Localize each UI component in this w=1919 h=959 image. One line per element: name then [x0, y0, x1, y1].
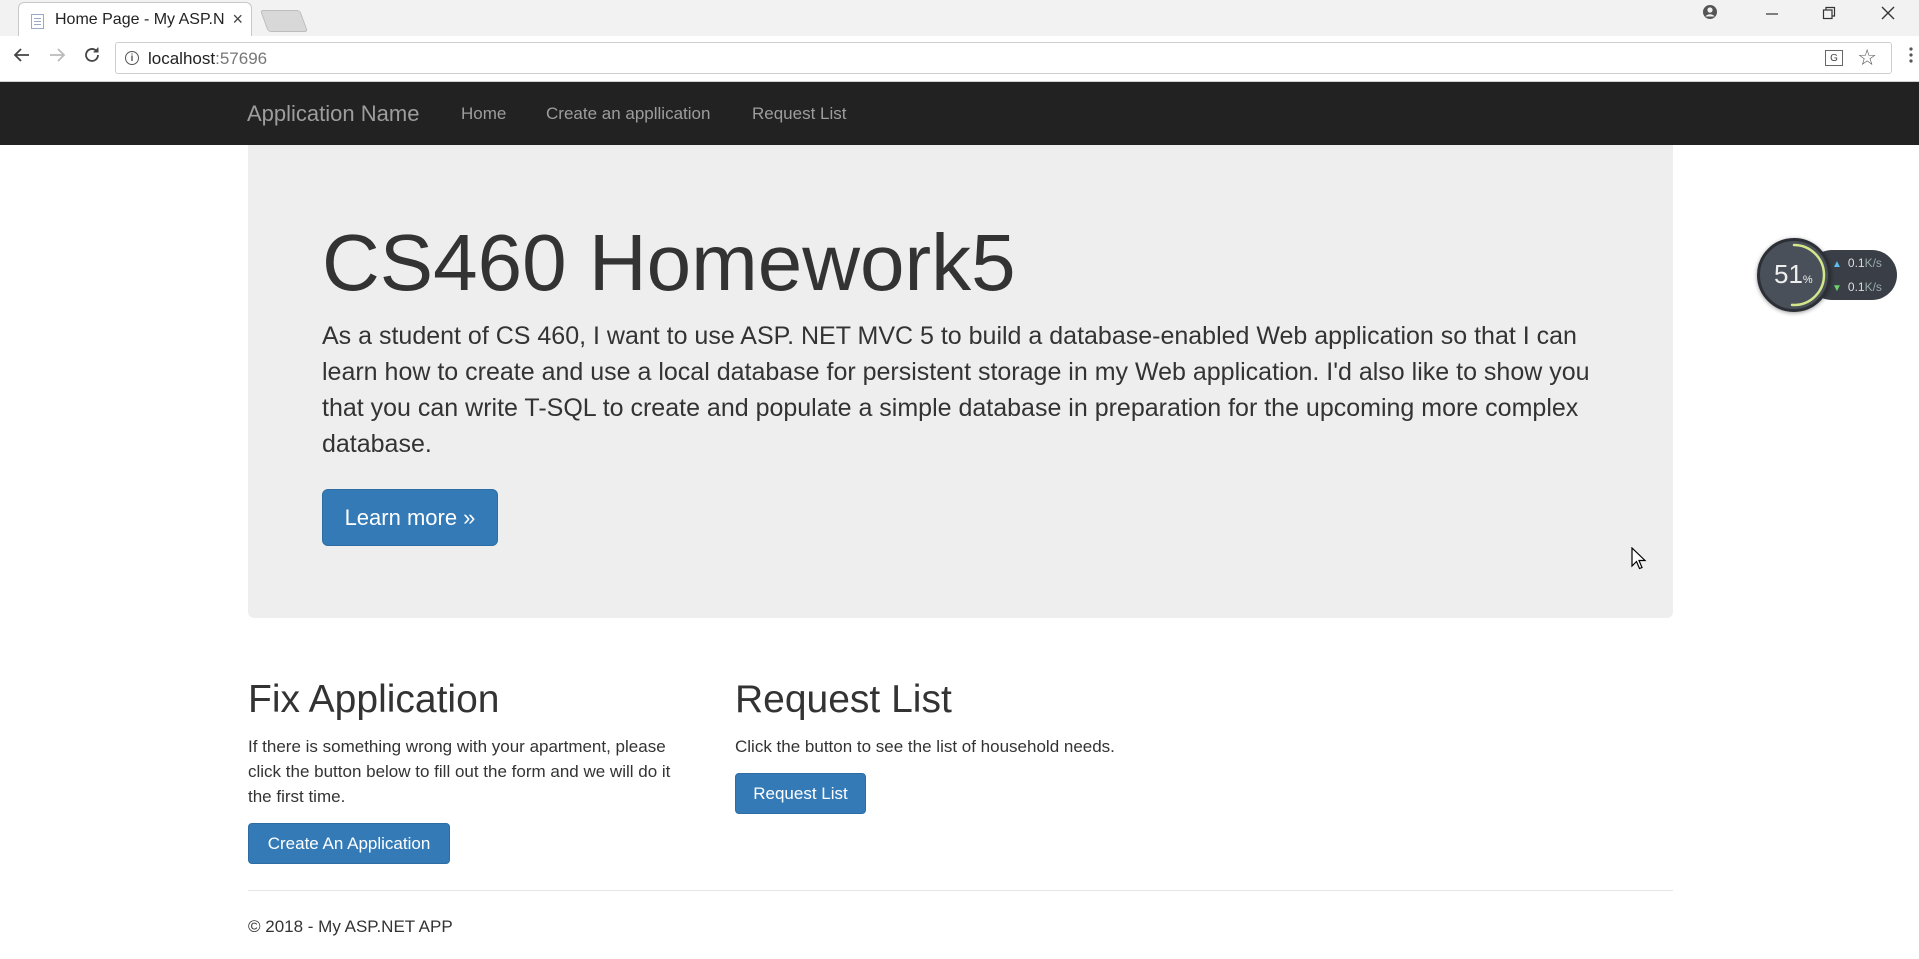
network-speed-widget[interactable]: 51% ▲ 0.1K/s ▼ 0.1K/s — [1757, 238, 1897, 312]
nav-link-request-list[interactable]: Request List — [752, 104, 847, 124]
request-list-button[interactable]: Request List — [735, 773, 866, 814]
page-favicon-icon — [31, 14, 44, 29]
profile-icon[interactable] — [1698, 4, 1722, 25]
request-list-text: Click the button to see the list of hous… — [735, 737, 1115, 756]
new-tab-button[interactable] — [259, 10, 309, 32]
navbar-brand-link[interactable]: Application Name — [247, 101, 419, 127]
site-info-icon[interactable]: i — [125, 51, 139, 65]
footer-divider — [248, 890, 1673, 891]
browser-tab-active[interactable]: Home Page - My ASP.N × — [18, 2, 252, 36]
widget-usage-gauge: 51% — [1757, 238, 1831, 312]
create-application-button[interactable]: Create An Application — [248, 823, 450, 864]
jumbotron-title: CS460 Homework5 — [322, 218, 1016, 307]
browser-chrome: Home Page - My ASP.N × i localhost:57696 — [0, 0, 1919, 82]
forward-arrow-icon[interactable] — [45, 46, 69, 70]
tab-title: Home Page - My ASP.N — [55, 11, 225, 28]
footer-copyright: © 2018 - My ASP.NET APP — [248, 917, 453, 936]
site-navbar: Application Name Home Create an appllica… — [0, 82, 1919, 145]
fix-application-heading: Fix Application — [248, 678, 500, 721]
mouse-cursor-icon — [1631, 547, 1647, 570]
close-window-icon[interactable] — [1876, 4, 1900, 25]
download-rate: ▼ 0.1K/s — [1832, 280, 1882, 294]
jumbotron: CS460 Homework5 As a student of CS 460, … — [248, 145, 1673, 618]
bookmark-star-icon[interactable]: ☆ — [1857, 45, 1877, 71]
upload-rate: ▲ 0.1K/s — [1832, 256, 1882, 270]
fix-application-text: If there is something wrong with your ap… — [248, 737, 671, 806]
minimize-icon[interactable] — [1760, 4, 1784, 25]
back-arrow-icon[interactable] — [10, 46, 34, 70]
jumbotron-text: As a student of CS 460, I want to use AS… — [322, 322, 1590, 458]
download-arrow-icon: ▼ — [1832, 283, 1842, 294]
request-list-heading: Request List — [735, 678, 952, 721]
learn-more-button[interactable]: Learn more » — [322, 489, 498, 546]
address-bar[interactable]: i localhost:57696 G ☆ — [115, 42, 1892, 74]
close-tab-icon[interactable]: × — [232, 9, 243, 29]
restore-icon[interactable] — [1817, 4, 1841, 25]
browser-toolbar: i localhost:57696 G ☆ — [0, 36, 1919, 82]
upload-arrow-icon: ▲ — [1832, 259, 1842, 270]
translate-icon[interactable]: G — [1825, 50, 1843, 66]
reload-icon[interactable] — [80, 46, 104, 70]
tab-strip: Home Page - My ASP.N × — [0, 0, 1919, 36]
url-text: localhost:57696 — [148, 49, 268, 68]
nav-link-create-application[interactable]: Create an appllication — [546, 104, 710, 124]
browser-menu-icon[interactable] — [1905, 46, 1917, 69]
nav-link-home[interactable]: Home — [461, 104, 506, 124]
usage-percent: 51% — [1774, 259, 1813, 289]
